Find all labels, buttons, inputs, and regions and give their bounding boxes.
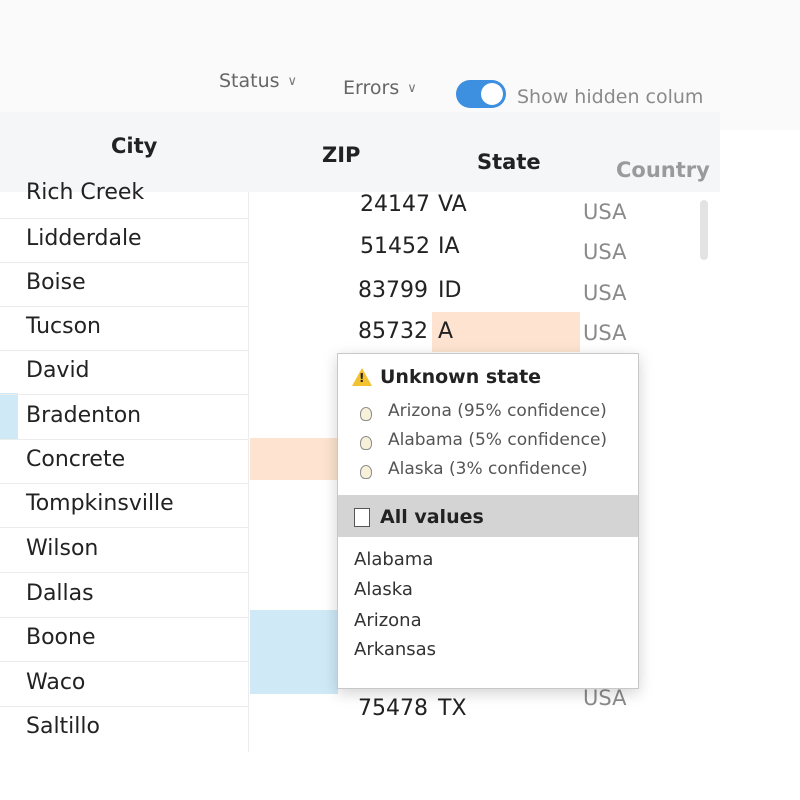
row-divider	[0, 572, 248, 573]
lightbulb-icon	[360, 436, 372, 450]
city-cell[interactable]: Bradenton	[26, 403, 141, 428]
lightbulb-icon	[360, 407, 372, 421]
warning-icon-mark: !	[359, 371, 365, 385]
row-selection-highlight	[0, 393, 18, 439]
vertical-scrollbar[interactable]	[700, 200, 708, 260]
city-cell[interactable]: Boise	[26, 270, 86, 295]
popover-title: Unknown state	[380, 366, 542, 388]
city-cell[interactable]: Wilson	[26, 536, 98, 561]
suggestion-item[interactable]: Alabama (5% confidence)	[388, 430, 607, 450]
row-divider	[0, 394, 248, 395]
show-hidden-columns-toggle[interactable]	[456, 80, 506, 108]
selected-cell-highlight	[250, 610, 338, 694]
value-option[interactable]: Arizona	[354, 610, 422, 631]
all-values-label: All values	[380, 506, 484, 528]
city-cell[interactable]: Waco	[26, 670, 85, 695]
country-cell[interactable]: USA	[583, 200, 626, 224]
toggle-knob	[481, 83, 503, 105]
city-cell[interactable]: Dallas	[26, 581, 94, 606]
error-cell-highlight	[250, 438, 338, 480]
row-divider	[0, 306, 248, 307]
status-filter-label: Status	[219, 70, 280, 92]
state-cell[interactable]: IA	[438, 234, 460, 259]
country-cell[interactable]: USA	[583, 686, 626, 710]
state-cell[interactable]: A	[438, 319, 453, 344]
column-header-country[interactable]: Country	[616, 158, 710, 182]
lightbulb-icon	[360, 465, 372, 479]
show-hidden-columns-label: Show hidden colum	[517, 86, 704, 108]
state-cell[interactable]: ID	[438, 278, 461, 303]
city-cell[interactable]: Rich Creek	[26, 180, 144, 205]
suggestion-item[interactable]: Alaska (3% confidence)	[388, 459, 588, 479]
chevron-down-icon: ∨	[407, 80, 417, 96]
column-header-zip[interactable]: ZIP	[322, 143, 360, 167]
city-cell[interactable]: Boone	[26, 625, 96, 650]
zip-cell[interactable]: 24147	[360, 192, 430, 217]
row-divider	[0, 350, 248, 351]
country-cell[interactable]: USA	[583, 321, 626, 345]
city-cell[interactable]: Tucson	[26, 314, 101, 339]
status-filter[interactable]: Status ∨	[219, 70, 297, 92]
row-divider	[0, 706, 248, 707]
country-cell[interactable]: USA	[583, 281, 626, 305]
zip-cell[interactable]: 75478	[358, 696, 428, 721]
state-suggestion-popover: ! Unknown state Arizona (95% confidence)…	[337, 353, 639, 689]
city-cell[interactable]: David	[26, 358, 90, 383]
value-option[interactable]: Arkansas	[354, 639, 436, 660]
column-divider	[248, 192, 249, 752]
column-header-state[interactable]: State	[477, 150, 541, 174]
document-icon	[354, 508, 370, 527]
errors-filter[interactable]: Errors ∨	[343, 77, 417, 99]
city-cell[interactable]: Concrete	[26, 447, 125, 472]
city-cell[interactable]: Saltillo	[26, 714, 100, 739]
state-cell[interactable]: VA	[438, 192, 467, 217]
row-divider	[0, 262, 248, 263]
state-cell[interactable]: TX	[438, 696, 467, 721]
zip-cell[interactable]: 83799	[358, 278, 428, 303]
suggestion-item[interactable]: Arizona (95% confidence)	[388, 401, 607, 421]
row-divider	[0, 439, 248, 440]
country-cell[interactable]: USA	[583, 240, 626, 264]
row-divider	[0, 218, 248, 219]
chevron-down-icon: ∨	[287, 73, 298, 89]
errors-filter-label: Errors	[343, 77, 400, 99]
zip-cell[interactable]: 51452	[360, 234, 430, 259]
row-divider	[0, 661, 248, 662]
zip-cell[interactable]: 85732	[358, 319, 428, 344]
row-divider	[0, 483, 248, 484]
value-option[interactable]: Alabama	[354, 549, 433, 570]
city-cell[interactable]: Tompkinsville	[26, 491, 174, 516]
invalid-state-cell[interactable]	[432, 312, 580, 352]
toolbar	[0, 0, 800, 130]
row-divider	[0, 617, 248, 618]
column-header-city[interactable]: City	[111, 134, 157, 158]
city-cell[interactable]: Lidderdale	[26, 226, 142, 251]
value-option[interactable]: Alaska	[354, 579, 413, 600]
row-divider	[0, 527, 248, 528]
